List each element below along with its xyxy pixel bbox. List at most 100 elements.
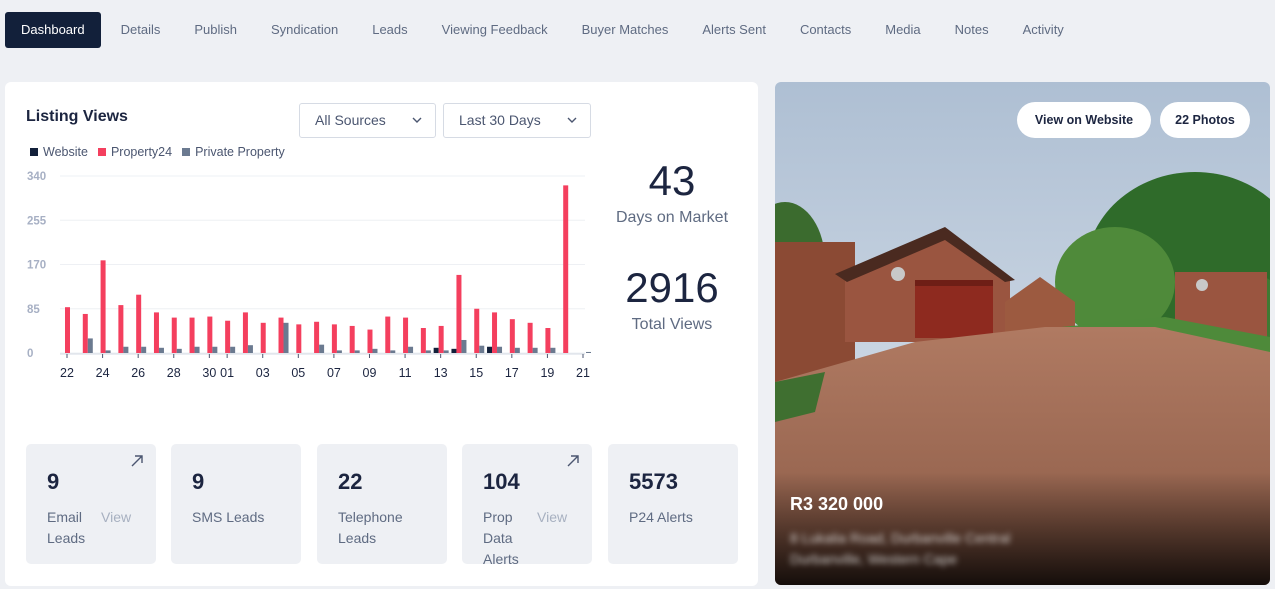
bar-private-property — [443, 350, 449, 353]
tab-details[interactable]: Details — [101, 12, 178, 48]
bar-property24 — [314, 321, 320, 353]
bar-property24 — [474, 308, 480, 353]
bar-property24 — [385, 316, 391, 353]
total-views-label: Total Views — [631, 316, 713, 333]
total-views-stat: 2916 Total Views — [597, 264, 747, 334]
bar-property24 — [349, 325, 355, 353]
bar-private-property — [408, 346, 414, 353]
bar-property24 — [260, 322, 266, 353]
tile-value: 104 — [483, 469, 520, 494]
address-line-1: 8 Lukalia Road, Durbanville Central — [790, 530, 1011, 546]
tile-view-link[interactable]: View — [537, 507, 567, 528]
tile-value: 22 — [338, 469, 363, 494]
tile-value: 9 — [47, 469, 60, 494]
y-tick-label: 255 — [27, 215, 47, 227]
tile-value: 5573 — [629, 469, 678, 494]
external-link-arrow-icon[interactable] — [130, 454, 144, 468]
x-tick-label: 21 — [576, 366, 590, 380]
stat-tile[interactable]: 104 Prop Data Alerts View — [462, 444, 592, 567]
bar-property24 — [82, 313, 88, 353]
tab-bar: Dashboard Details Publish Syndication Leads V… — [5, 12, 1081, 48]
days-on-market-label: Days on Market — [615, 209, 729, 226]
external-link-arrow-icon[interactable] — [566, 454, 580, 468]
bar-private-property — [212, 346, 218, 353]
bar-property24 — [456, 274, 462, 353]
bar-property24 — [492, 312, 498, 353]
listing-views-chart: 0 85 170 255 340 22 24 26 28 30 01 03 05 07 09 11 13 15 17… — [27, 171, 591, 380]
bar-property24 — [136, 294, 142, 353]
bar-property24 — [171, 317, 177, 353]
bar-property24 — [278, 317, 284, 353]
x-tick-label: 13 — [434, 366, 448, 380]
photos-button[interactable]: 22 Photos — [1160, 102, 1250, 138]
bar-property24 — [242, 312, 248, 353]
x-tick-label: 15 — [469, 366, 483, 380]
bar-property24 — [563, 185, 569, 353]
days-on-market-stat: 43 Days on Market — [597, 157, 747, 227]
bar-private-property — [87, 338, 93, 353]
bar-property24 — [420, 328, 426, 353]
tab-contacts[interactable]: Contacts — [783, 12, 868, 48]
bar-private-property — [176, 348, 182, 353]
tile-label: P24 Alerts — [629, 509, 693, 525]
view-on-website-button[interactable]: View on Website — [1017, 102, 1151, 138]
x-tick-label: 19 — [540, 366, 554, 380]
bar-property24 — [367, 329, 373, 353]
tab-dashboard[interactable]: Dashboard — [5, 12, 101, 48]
tile-view-link[interactable]: View — [101, 507, 131, 528]
x-tick-label: 09 — [363, 366, 377, 380]
bar-property24 — [438, 325, 444, 353]
bar-private-property — [194, 346, 200, 353]
bar-property24 — [225, 320, 231, 353]
tab-publish[interactable]: Publish — [177, 12, 254, 48]
bar-property24 — [65, 307, 70, 353]
tab-buyer-matches[interactable]: Buyer Matches — [565, 12, 686, 48]
bar-property24 — [189, 317, 195, 353]
tab-media[interactable]: Media — [868, 12, 937, 48]
bar-property24 — [153, 312, 159, 353]
tile-label: Email Leads — [47, 509, 86, 546]
tab-activity[interactable]: Activity — [1006, 12, 1081, 48]
tab-viewing-feedback[interactable]: Viewing Feedback — [425, 12, 565, 48]
stat-tile: 5573 P24 Alerts — [608, 444, 738, 564]
bar-property24 — [118, 305, 124, 353]
x-tick-label: 30 — [202, 366, 216, 380]
bar-property24 — [296, 324, 302, 353]
property-photo-card[interactable]: View on Website 22 Photos R3 320 000 8 L… — [775, 82, 1270, 585]
stat-tile: 9 SMS Leads — [171, 444, 301, 564]
bar-private-property — [550, 347, 556, 353]
x-tick-label: 22 — [60, 366, 74, 380]
total-views-value: 2916 — [625, 264, 719, 311]
listing-views-card: Listing Views All Sources Last 30 Days W… — [5, 82, 758, 586]
tab-alerts-sent[interactable]: Alerts Sent — [685, 12, 783, 48]
address-line-2: Durbanville, Western Cape — [790, 551, 958, 567]
bar-private-property — [354, 350, 360, 353]
stat-tile: 22 Telephone Leads — [317, 444, 447, 564]
bar-property24 — [527, 322, 533, 353]
bar-website — [487, 346, 493, 353]
y-tick-label: 340 — [27, 171, 46, 183]
bar-property24 — [331, 324, 337, 353]
tab-notes[interactable]: Notes — [938, 12, 1006, 48]
x-tick-label: 28 — [167, 366, 181, 380]
bar-private-property — [105, 350, 111, 353]
bar-private-property — [461, 339, 467, 353]
bar-website — [433, 347, 439, 353]
tile-label: Prop Data Alerts — [483, 509, 519, 567]
tab-syndication[interactable]: Syndication — [254, 12, 355, 48]
bar-private-property — [230, 346, 236, 353]
stat-tile[interactable]: 9 Email Leads View — [26, 444, 156, 564]
bar-website — [451, 348, 457, 353]
x-tick-label: 11 — [399, 366, 412, 380]
x-tick-label: 05 — [291, 366, 305, 380]
property-address: 8 Lukalia Road, Durbanville Central Durb… — [790, 528, 1010, 570]
bar-private-property — [123, 346, 129, 353]
bar-property24 — [207, 316, 213, 353]
x-tick-label: 26 — [131, 366, 145, 380]
tab-leads[interactable]: Leads — [355, 12, 424, 48]
bar-private-property — [319, 344, 325, 353]
bar-private-property — [532, 347, 538, 353]
bar-property24 — [403, 317, 409, 353]
bar-private-property — [390, 350, 396, 353]
x-tick-label: 17 — [505, 366, 519, 380]
